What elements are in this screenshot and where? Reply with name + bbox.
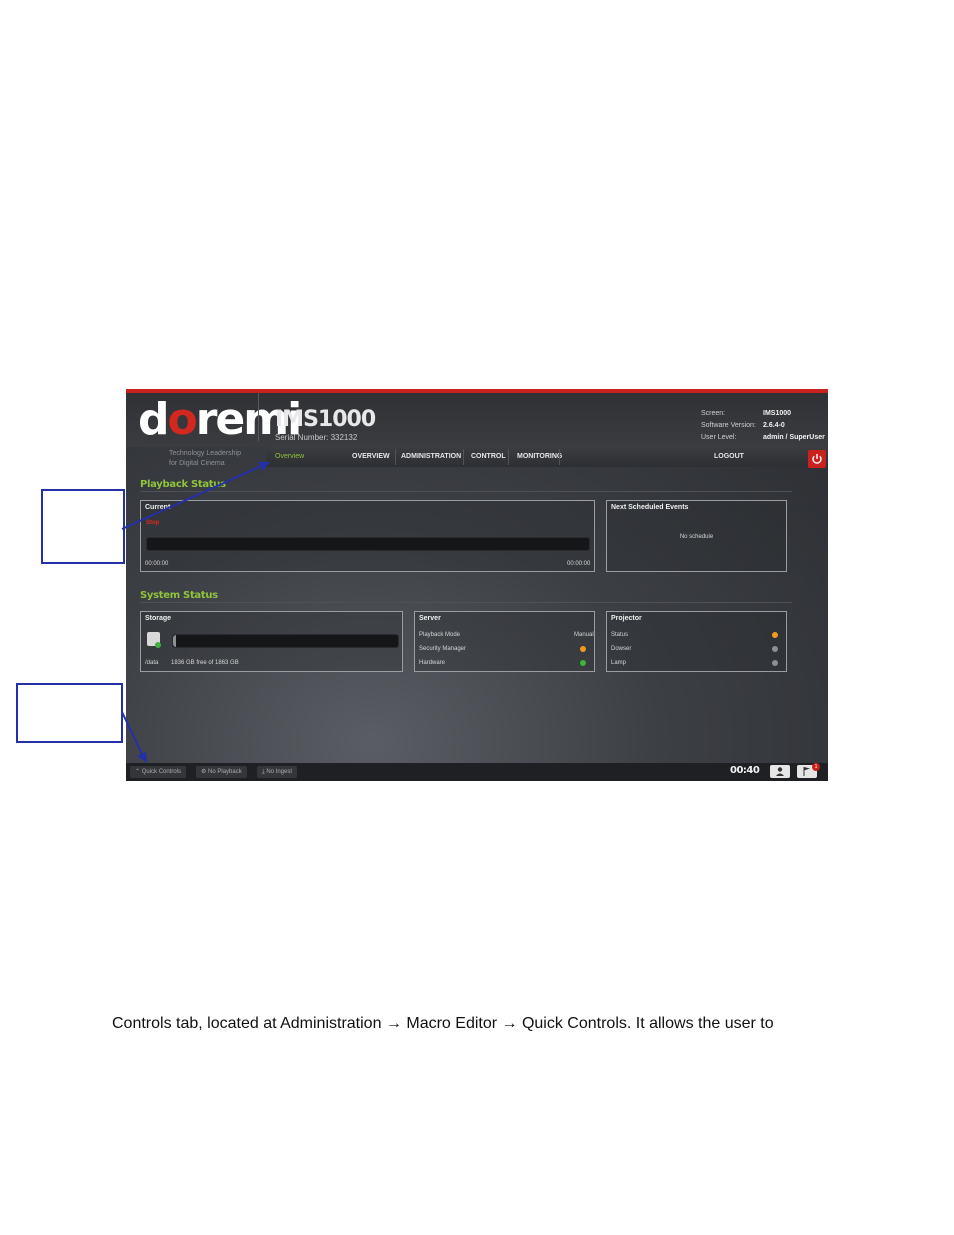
callout-arrows [121, 462, 270, 763]
arrow-to-overview [121, 463, 267, 530]
arrow-to-quick-controls [121, 711, 145, 759]
document-caption: Controls tab, located at Administration … [112, 1015, 774, 1032]
